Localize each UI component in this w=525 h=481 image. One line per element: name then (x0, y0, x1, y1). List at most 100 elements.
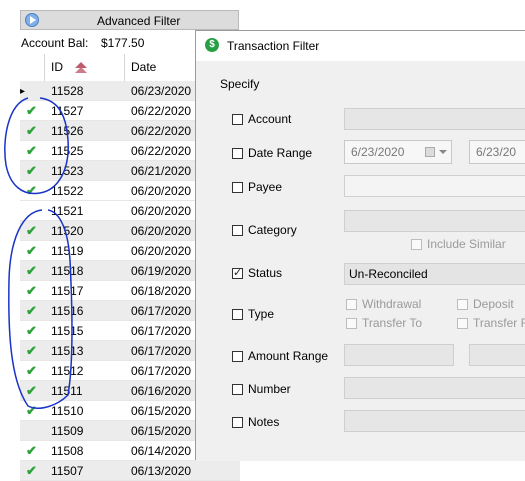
specify-label: Specify (220, 77, 260, 91)
payee-checkbox-box[interactable] (232, 182, 243, 193)
account-label: Account (248, 112, 292, 126)
row-id: 11507 (51, 464, 84, 478)
dialog-title: Transaction Filter (227, 39, 320, 53)
row-date: 06/19/2020 (131, 264, 192, 278)
dialog-titlebar: $ Transaction Filter (196, 31, 525, 61)
advanced-filter-titlebar: Advanced Filter (20, 10, 239, 30)
row-date: 06/17/2020 (131, 344, 192, 358)
category-checkbox-box[interactable] (232, 225, 243, 236)
row-date: 06/20/2020 (131, 224, 192, 238)
check-icon: ✔ (26, 363, 37, 378)
row-date: 06/20/2020 (131, 184, 192, 198)
row-id: 11516 (51, 304, 84, 318)
row-id: 11523 (51, 164, 84, 178)
status-label: Status (248, 266, 283, 280)
transfer-from-label: Transfer Fr (473, 316, 525, 330)
number-input[interactable] (344, 377, 525, 399)
dollar-icon: $ (205, 38, 219, 52)
date-from-value: 6/23/2020 (351, 145, 405, 159)
amount-range-checkbox-box[interactable] (232, 351, 243, 362)
date-range-checkbox-box[interactable] (232, 148, 243, 159)
row-id: 11526 (51, 124, 84, 138)
account-select[interactable] (344, 108, 525, 130)
check-icon: ✔ (26, 323, 37, 338)
chevron-down-icon[interactable] (439, 150, 447, 154)
row-date: 06/21/2020 (131, 164, 192, 178)
check-icon: ✔ (26, 263, 37, 278)
amount-max-input[interactable] (469, 344, 525, 366)
current-row-icon: ▸ (20, 86, 26, 97)
dialog-body: Specify Account Date Range 6/23/2020 6/2… (196, 61, 525, 461)
row-date: 06/22/2020 (131, 124, 192, 138)
row-date: 06/18/2020 (131, 284, 192, 298)
transfer-from-checkbox[interactable] (457, 318, 468, 329)
check-icon: ✔ (26, 383, 37, 398)
row-id: 11511 (51, 384, 83, 398)
check-icon: ✔ (26, 443, 37, 458)
advanced-filter-title: Advanced Filter (97, 14, 181, 28)
row-id: 11513 (51, 344, 84, 358)
row-id: 11520 (51, 224, 84, 238)
check-icon: ✔ (26, 463, 37, 478)
row-id: 11522 (51, 184, 84, 198)
deposit-label: Deposit (473, 297, 514, 311)
header-id-label: ID (51, 60, 63, 74)
check-icon: ✔ (26, 103, 37, 118)
status-select[interactable]: Un-Reconciled (344, 263, 525, 285)
include-similar-checkbox[interactable] (411, 239, 422, 250)
date-to-picker[interactable]: 6/23/20 (469, 140, 525, 164)
play-icon[interactable] (25, 13, 39, 27)
sort-ascending-icon[interactable] (75, 62, 87, 74)
check-icon: ✔ (26, 243, 37, 258)
payee-label: Payee (248, 180, 283, 194)
amount-range-label: Amount Range (248, 349, 329, 363)
type-checkbox-box[interactable] (232, 309, 243, 320)
date-to-value: 6/23/20 (476, 145, 517, 159)
row-date: 06/22/2020 (131, 144, 192, 158)
withdrawal-label: Withdrawal (362, 297, 422, 311)
row-id: 11509 (51, 424, 84, 438)
check-icon: ✔ (26, 163, 37, 178)
amount-min-input[interactable] (344, 344, 454, 366)
notes-input[interactable] (344, 410, 525, 432)
date-from-picker[interactable]: 6/23/2020 (344, 140, 452, 164)
row-id: 11508 (51, 444, 84, 458)
account-balance-value: $177.50 (101, 36, 145, 50)
transaction-filter-dialog: $ Transaction Filter Specify Account Dat… (195, 30, 525, 461)
deposit-checkbox[interactable] (457, 299, 468, 310)
notes-label: Notes (248, 415, 280, 429)
row-date: 06/23/2020 (131, 84, 192, 98)
row-id: 11525 (51, 144, 84, 158)
notes-checkbox-box[interactable] (232, 417, 243, 428)
transfer-to-checkbox[interactable] (346, 318, 357, 329)
header-date-label: Date (131, 60, 157, 74)
category-select[interactable] (344, 210, 525, 232)
row-date: 06/22/2020 (131, 104, 192, 118)
row-id: 11519 (51, 244, 84, 258)
number-label: Number (248, 382, 291, 396)
payee-input[interactable] (344, 175, 525, 197)
row-date: 06/20/2020 (131, 244, 192, 258)
check-icon: ✔ (26, 143, 37, 158)
check-icon: ✔ (26, 403, 37, 418)
withdrawal-checkbox[interactable] (346, 299, 357, 310)
transfer-to-label: Transfer To (362, 316, 423, 330)
row-date: 06/17/2020 (131, 324, 192, 338)
check-icon: ✔ (26, 223, 37, 238)
number-checkbox-box[interactable] (232, 384, 243, 395)
check-icon: ✔ (26, 283, 37, 298)
row-date: 06/13/2020 (131, 464, 192, 478)
status-checkbox-box[interactable] (232, 266, 243, 279)
header-check-column[interactable] (20, 54, 44, 81)
type-label: Type (248, 307, 275, 321)
check-icon: ✔ (26, 303, 37, 318)
row-date: 06/14/2020 (131, 444, 192, 458)
calendar-icon[interactable] (425, 147, 435, 157)
header-id[interactable]: ID (44, 54, 124, 81)
row-date: 06/20/2020 (131, 204, 192, 218)
account-checkbox-box[interactable] (232, 114, 243, 125)
date-range-label: Date Range (248, 146, 313, 160)
table-row[interactable]: ✔ 11507 06/13/2020 (20, 461, 240, 481)
check-icon: ✔ (26, 123, 37, 138)
row-id: 11528 (51, 84, 84, 98)
